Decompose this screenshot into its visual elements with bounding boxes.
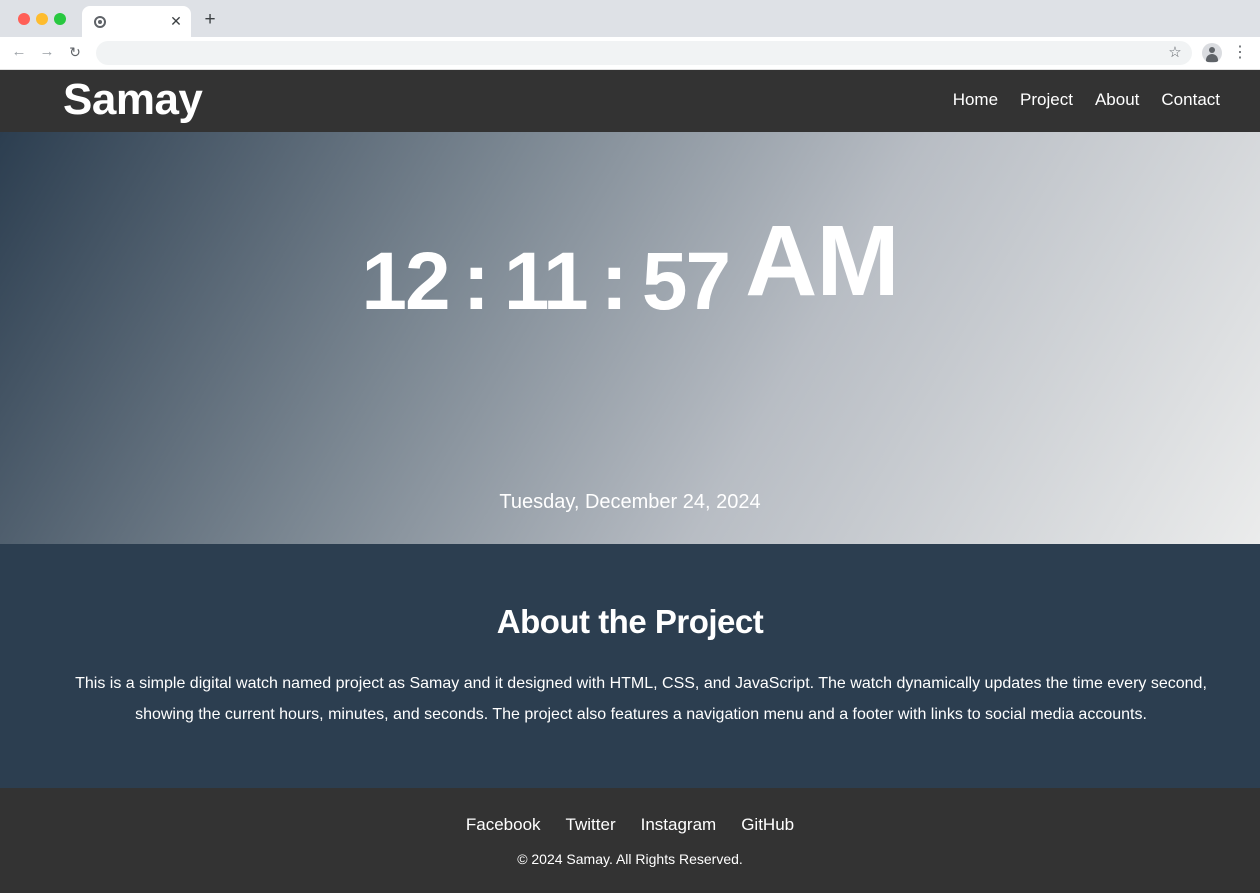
reload-icon[interactable]: ↻	[66, 43, 84, 61]
nav-link-project[interactable]: Project	[1020, 88, 1073, 112]
plus-icon[interactable]: +	[201, 10, 219, 29]
star-icon[interactable]: ☆	[1166, 44, 1184, 62]
site-footer: Facebook Twitter Instagram GitHub © 2024…	[0, 788, 1260, 893]
window-zoom-dot[interactable]	[54, 13, 66, 25]
site-header: Samay Home Project About Contact	[0, 70, 1260, 132]
profile-icon[interactable]	[1202, 43, 1222, 63]
chrome-favicon-icon	[94, 16, 106, 28]
close-icon[interactable]: ✕	[169, 13, 183, 29]
footer-link-instagram[interactable]: Instagram	[641, 813, 717, 837]
clock-minutes: 11	[503, 236, 589, 327]
nav-link-about[interactable]: About	[1095, 88, 1139, 112]
main-nav: Home Project About Contact	[953, 88, 1220, 112]
digital-clock: 12:11:57 AM	[0, 206, 1260, 337]
forward-arrow-icon[interactable]: →	[38, 43, 56, 61]
window-close-dot[interactable]	[18, 13, 30, 25]
back-arrow-icon[interactable]: ←	[10, 43, 28, 61]
clock-hero: 12:11:57 AM Tuesday, December 24, 2024	[0, 132, 1260, 544]
clock-separator: :	[600, 236, 628, 327]
clock-date: Tuesday, December 24, 2024	[499, 491, 761, 513]
footer-link-facebook[interactable]: Facebook	[466, 813, 541, 837]
social-links: Facebook Twitter Instagram GitHub	[0, 813, 1260, 837]
site-logo[interactable]: Samay	[63, 74, 203, 126]
footer-link-github[interactable]: GitHub	[741, 813, 794, 837]
more-vert-icon[interactable]: ⋮	[1232, 43, 1248, 63]
about-section: About the Project This is a simple digit…	[0, 544, 1260, 788]
window-minimize-dot[interactable]	[36, 13, 48, 25]
browser-tab[interactable]: ✕	[82, 6, 191, 37]
clock-ampm: AM	[745, 205, 900, 317]
about-title: About the Project	[496, 603, 764, 640]
clock-hours: 12	[361, 236, 450, 327]
clock-seconds: 57	[641, 236, 731, 327]
nav-link-contact[interactable]: Contact	[1161, 88, 1220, 112]
copyright-text: © 2024 Samay. All Rights Reserved.	[517, 851, 743, 867]
about-description: This is a simple digital watch named pro…	[75, 675, 1207, 723]
address-bar[interactable]: ☆	[96, 41, 1192, 65]
nav-link-home[interactable]: Home	[953, 88, 998, 112]
clock-separator: :	[462, 236, 490, 327]
browser-toolbar: ← → ↻ ☆ ⋮	[0, 37, 1260, 70]
footer-link-twitter[interactable]: Twitter	[566, 813, 616, 837]
address-input[interactable]	[110, 44, 1150, 62]
page: Samay Home Project About Contact 12:11:5…	[0, 70, 1260, 893]
browser-tab-strip: ✕ +	[0, 0, 1260, 37]
